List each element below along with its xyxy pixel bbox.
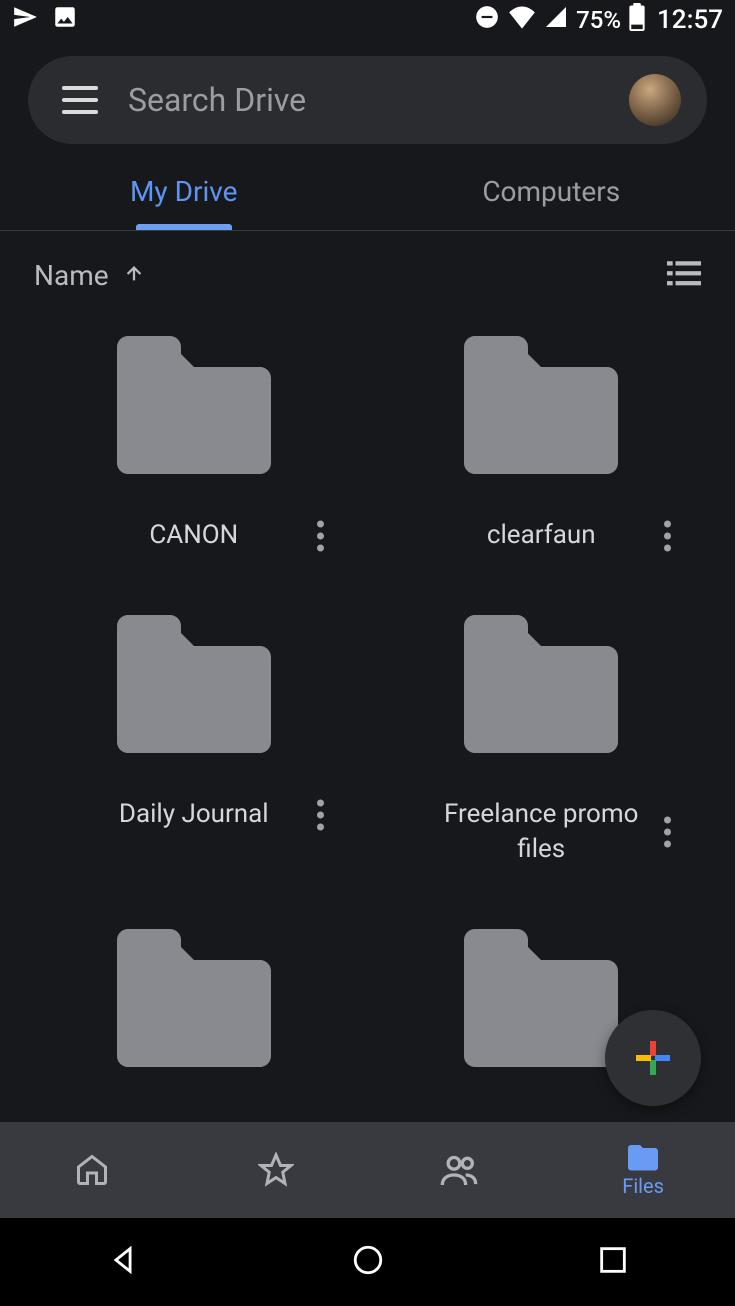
home-button[interactable] [351,1243,385,1281]
avatar[interactable] [629,74,681,126]
recent-button[interactable] [596,1243,630,1281]
folder-item[interactable]: clearfaun [368,334,716,553]
tab-computers[interactable]: Computers [368,152,735,230]
arrow-up-icon [123,259,145,292]
folder-icon [107,927,281,1067]
folder-icon [454,927,628,1067]
folder-name: CANON [149,518,238,553]
sort-button[interactable]: Name [34,259,145,292]
dnd-icon [474,4,500,36]
more-icon[interactable] [664,515,671,556]
search-input[interactable]: Search Drive [128,81,599,119]
list-view-icon[interactable] [667,261,701,291]
clock-text: 12:57 [657,5,723,35]
bottom-nav: Files [0,1122,735,1218]
nav-files-label: Files [622,1174,664,1198]
nav-starred[interactable] [184,1122,368,1218]
folder-name: Freelance promo files [426,797,656,867]
wifi-icon [508,5,536,35]
people-icon [439,1152,479,1188]
nav-files[interactable]: Files [551,1122,735,1218]
folder-icon [107,334,281,474]
star-icon [258,1152,294,1188]
folder-item[interactable] [20,927,368,1067]
folder-name: clearfaun [487,518,596,553]
menu-icon[interactable] [62,86,98,114]
more-icon[interactable] [317,515,324,556]
tabs: My Drive Computers [0,152,735,230]
folder-name: Daily Journal [119,797,269,832]
more-icon[interactable] [317,794,324,835]
search-bar[interactable]: Search Drive [28,56,707,144]
folder-icon [454,334,628,474]
folder-item[interactable]: Freelance promo files [368,613,716,867]
folder-grid: CANON clearfaun Daily Journal Freelance … [0,306,735,1067]
more-icon[interactable] [664,812,671,853]
folder-icon [107,613,281,753]
home-icon [74,1152,110,1188]
folder-icon [454,613,628,753]
folder-icon [625,1142,661,1172]
battery-icon [629,3,645,37]
system-nav [0,1218,735,1306]
image-icon [52,4,78,36]
folder-item[interactable]: CANON [20,334,368,553]
send-icon [12,4,38,36]
status-bar: 75% 12:57 [0,0,735,40]
cell-signal-icon [544,5,568,35]
tab-my-drive[interactable]: My Drive [0,152,368,230]
nav-shared[interactable] [368,1122,552,1218]
battery-percent: 75% [576,6,621,34]
plus-icon [632,1037,674,1079]
nav-home[interactable] [0,1122,184,1218]
sort-label: Name [34,259,109,292]
fab-add-button[interactable] [605,1010,701,1106]
back-button[interactable] [106,1243,140,1281]
folder-item[interactable]: Daily Journal [20,613,368,867]
